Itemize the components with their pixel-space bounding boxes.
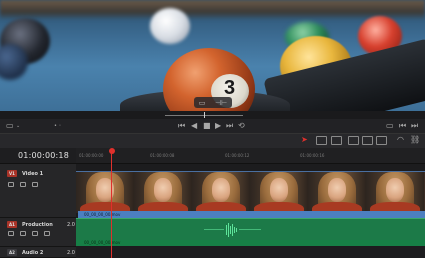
layout-icon[interactable]: ▭ — [199, 99, 206, 107]
overwrite-icon[interactable] — [362, 136, 373, 145]
chevron-down-icon[interactable]: ⌄ — [16, 121, 20, 131]
timecode-display[interactable]: 01:00:00:18 — [18, 151, 69, 160]
first-frame-icon[interactable]: ⏮ — [178, 121, 185, 131]
play-icon[interactable]: ▶ — [215, 121, 221, 131]
track-tag: A1 — [7, 221, 17, 228]
video-clip-name: 00_00_00_00.mov — [84, 211, 121, 217]
prev-frame-icon[interactable]: ◀ — [191, 121, 197, 131]
video-clip-label-bar[interactable] — [78, 211, 425, 218]
dots-icon[interactable]: • ◦ — [54, 121, 62, 131]
audio2-track-lane[interactable] — [76, 247, 425, 258]
clip-thumbnail — [308, 172, 366, 213]
clip-thumbnail — [250, 172, 308, 213]
prev-edit-icon[interactable]: ⏮ — [399, 121, 406, 131]
ruler-tick: 01:00:00:00 — [79, 153, 104, 158]
blade-icon[interactable] — [331, 136, 342, 145]
ruler-tick: 01:00:00:08 — [150, 153, 175, 158]
selection-icon[interactable]: ➤ — [301, 135, 308, 145]
video-viewer[interactable]: 3 ▭ ⊣⊢ — [0, 0, 425, 111]
link-icon[interactable]: ⛓ — [410, 135, 420, 145]
video-clip[interactable] — [76, 171, 425, 213]
blurred-white-ball — [150, 8, 190, 44]
track-tag: V1 — [7, 170, 17, 177]
lock-icon[interactable] — [8, 182, 14, 187]
next-edit-icon[interactable]: ⏭ — [411, 121, 418, 131]
loop-icon[interactable]: ⟲ — [238, 121, 245, 131]
audio-waveform — [204, 223, 261, 237]
insert-icon[interactable] — [348, 136, 359, 145]
playhead-handle[interactable] — [109, 148, 115, 154]
snap-icon[interactable]: ◠ — [397, 135, 404, 145]
trim-icon[interactable] — [316, 136, 327, 145]
split-icon[interactable]: ⊣⊢ — [215, 99, 227, 107]
clip-thumbnail — [76, 172, 134, 213]
track-name: Audio 2 — [22, 250, 44, 256]
monitor-track-icon[interactable] — [32, 182, 38, 187]
track-tag: A2 — [7, 249, 17, 256]
solo-icon[interactable] — [32, 231, 38, 236]
mute-icon[interactable] — [44, 231, 50, 236]
replace-icon[interactable] — [376, 136, 387, 145]
track-name: Production — [22, 222, 53, 228]
stop-icon[interactable]: ■ — [203, 121, 211, 131]
auto-select-icon[interactable] — [20, 231, 26, 236]
track-name: Video 1 — [22, 171, 44, 177]
playhead-line[interactable] — [111, 153, 112, 258]
ruler-tick: 01:00:00:12 — [225, 153, 250, 158]
clip-thumbnail — [366, 172, 424, 213]
next-frame-icon[interactable]: ⏭ — [226, 121, 233, 131]
track-header-video1[interactable]: V1 Video 1 — [0, 164, 76, 218]
transport-bar — [0, 119, 425, 133]
audio-clip-label-bar[interactable] — [76, 240, 425, 246]
track-header-audio2[interactable]: A2 Audio 2 2.0 — [0, 247, 76, 258]
timeline-ruler[interactable] — [76, 148, 425, 164]
track-level: 2.0 — [67, 250, 75, 256]
monitor-icon[interactable]: ▭ — [6, 121, 14, 131]
auto-select-icon[interactable] — [20, 182, 26, 187]
clip-thumbnail — [192, 172, 250, 213]
lock-icon[interactable] — [8, 231, 14, 236]
track-header-production[interactable]: A1 Production 2.0 — [0, 218, 76, 247]
clip-thumbnail — [134, 172, 192, 213]
track-level: 2.0 — [67, 222, 75, 228]
ruler-tick: 01:00:00:16 — [300, 153, 325, 158]
table-cushion — [0, 0, 425, 20]
fullscreen-icon[interactable]: ▭ — [386, 121, 394, 131]
scrubber-handle[interactable] — [204, 112, 205, 118]
audio-clip-name: 00_00_00_00.mov — [84, 240, 121, 245]
viewer-overlay-controls[interactable]: ▭ ⊣⊢ — [194, 97, 232, 108]
